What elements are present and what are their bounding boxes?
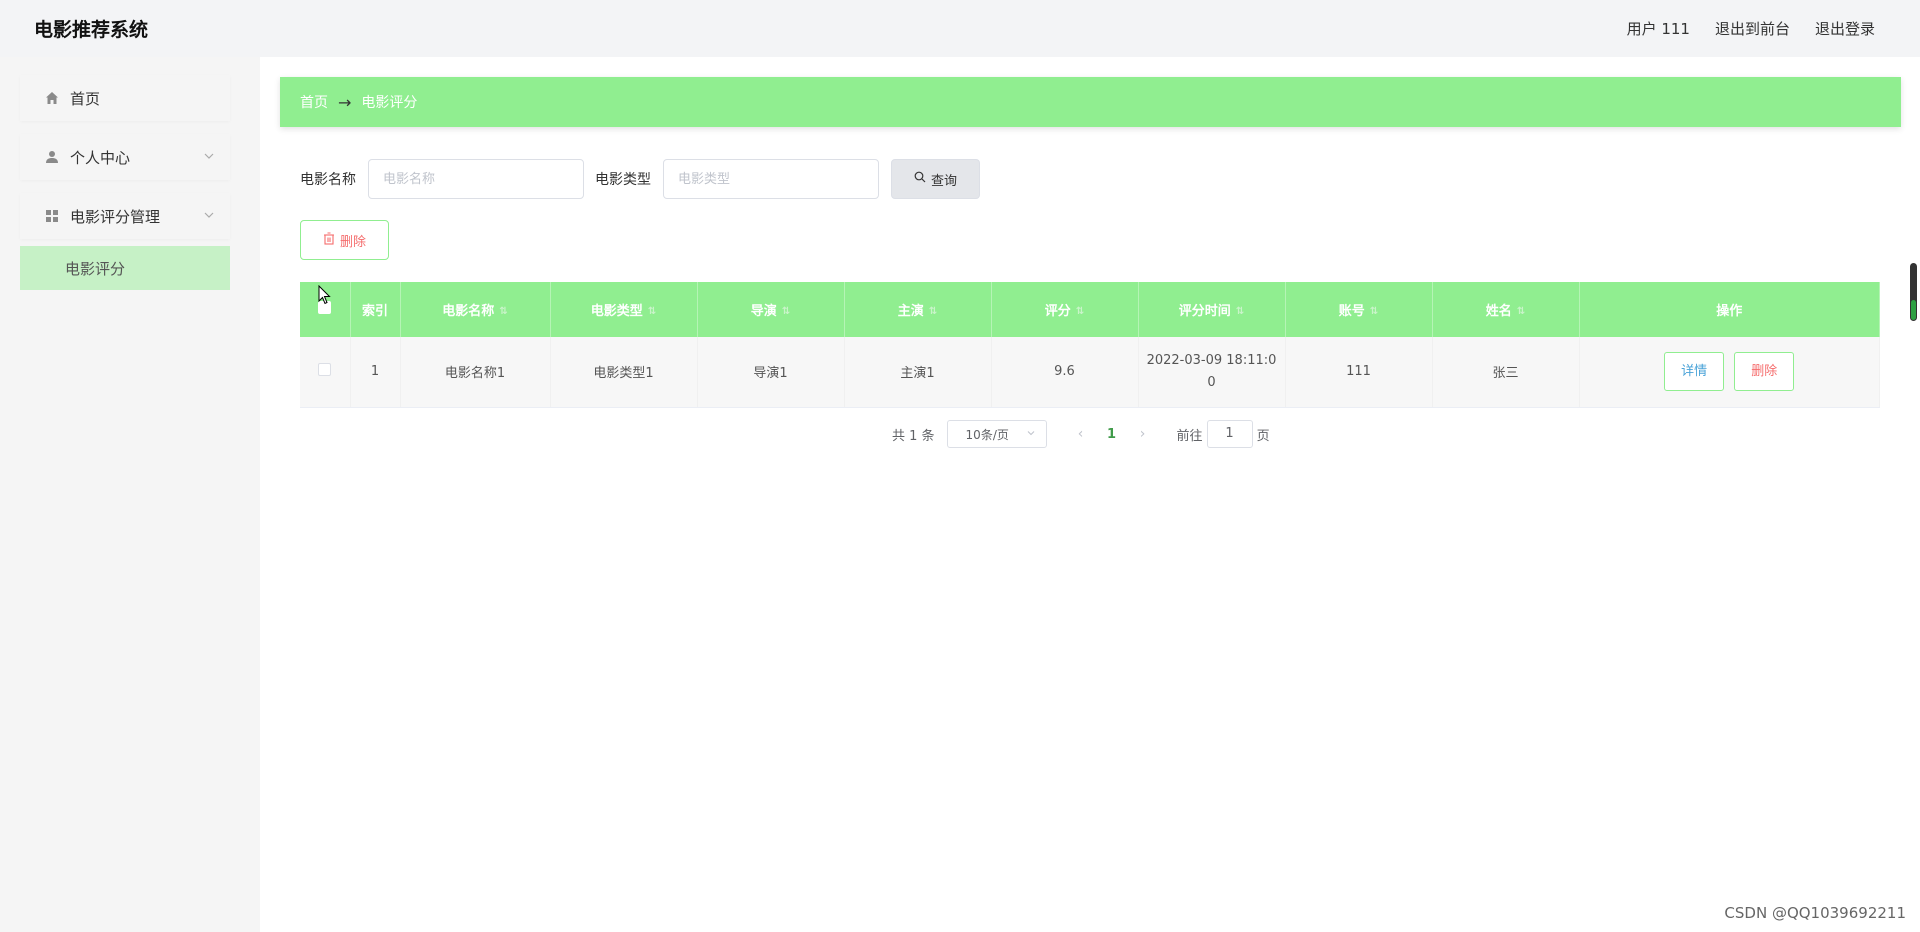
table-row: 1 电影名称1 电影类型1 导演1 主演1 9.6 2022-03-09 18:… xyxy=(300,337,1880,408)
breadcrumb: 首页 → 电影评分 xyxy=(280,77,1901,127)
sort-icon[interactable]: ⇅ xyxy=(929,306,937,317)
col-header-name[interactable]: 电影名称 ⇅ xyxy=(400,282,551,337)
search-icon xyxy=(914,171,926,187)
sidebar-item-label: 电影评分管理 xyxy=(70,207,161,226)
sidebar: 首页 个人中心 电影评分管理 电影评分 xyxy=(0,57,260,932)
sort-icon[interactable]: ⇅ xyxy=(1236,306,1244,317)
user-label: 用户 111 xyxy=(1626,20,1690,38)
cell-director: 导演1 xyxy=(697,337,845,408)
sort-icon[interactable]: ⇅ xyxy=(1076,306,1084,317)
sidebar-item-personal[interactable]: 个人中心 xyxy=(20,134,230,180)
sidebar-subitem-rating[interactable]: 电影评分 xyxy=(20,246,230,290)
pagination: 共 1 条 10条/页 ‹ 1 › 前往 1 页 xyxy=(892,420,1270,448)
query-button[interactable]: 查询 xyxy=(891,159,980,199)
movie-name-label: 电影名称 xyxy=(300,172,356,188)
cell-name: 电影名称1 xyxy=(400,337,551,408)
goto-prefix: 前往 xyxy=(1176,428,1203,444)
cell-ops: 详情 删除 xyxy=(1579,337,1880,408)
logout-link[interactable]: 退出登录 xyxy=(1815,18,1875,39)
cell-actor: 主演1 xyxy=(844,337,992,408)
breadcrumb-home[interactable]: 首页 xyxy=(300,92,328,112)
sidebar-item-rating-manage[interactable]: 电影评分管理 xyxy=(20,193,230,239)
col-header-director[interactable]: 导演 ⇅ xyxy=(697,282,845,337)
cell-score: 9.6 xyxy=(991,337,1139,408)
chevron-down-icon xyxy=(202,149,216,163)
to-front-link[interactable]: 退出到前台 xyxy=(1715,18,1790,39)
watermark: CSDN @QQ1039692211 xyxy=(1724,904,1906,922)
sort-icon[interactable]: ⇅ xyxy=(648,306,656,317)
header-actions: 用户 111 退出到前台 退出登录 xyxy=(1627,18,1875,39)
sort-icon[interactable]: ⇅ xyxy=(1370,306,1378,317)
col-header-account[interactable]: 账号 ⇅ xyxy=(1285,282,1433,337)
search-bar: 电影名称 电影类型 查询 xyxy=(300,159,980,199)
cell-account: 111 xyxy=(1285,337,1433,408)
table-header-row: 索引 电影名称 ⇅ 电影类型 ⇅ 导演 ⇅ 主演 ⇅ 评分 ⇅ 评分时间 ⇅ 账号 ⇅ 姓名 ⇅… xyxy=(300,282,1880,337)
col-header-time[interactable]: 评分时间 ⇅ xyxy=(1138,282,1286,337)
chevron-down-icon xyxy=(1026,427,1036,441)
row-delete-button[interactable]: 删除 xyxy=(1734,352,1795,392)
user-icon xyxy=(45,150,59,164)
col-header-ops: 操作 xyxy=(1579,282,1880,337)
cell-time: 2022-03-09 18:11:00 xyxy=(1138,337,1286,408)
batch-delete-label: 删除 xyxy=(339,234,366,250)
goto-suffix: 页 xyxy=(1256,428,1270,444)
goto-page-input[interactable]: 1 xyxy=(1206,420,1253,448)
col-header-actor[interactable]: 主演 ⇅ xyxy=(844,282,992,337)
top-header: 电影推荐系统 用户 111 退出到前台 退出登录 xyxy=(0,0,1920,57)
batch-delete-button[interactable]: 删除 xyxy=(300,220,389,260)
breadcrumb-separator: → xyxy=(338,92,352,112)
col-header-realname[interactable]: 姓名 ⇅ xyxy=(1432,282,1580,337)
scrollbar-thumb[interactable] xyxy=(1911,300,1916,320)
row-checkbox[interactable] xyxy=(318,363,332,377)
home-icon xyxy=(45,91,59,105)
sort-icon[interactable]: ⇅ xyxy=(1517,306,1525,317)
sidebar-item-label: 首页 xyxy=(70,89,101,108)
cell-index: 1 xyxy=(350,337,401,408)
col-header-score[interactable]: 评分 ⇅ xyxy=(991,282,1139,337)
app-title: 电影推荐系统 xyxy=(34,19,149,41)
grid-icon xyxy=(45,209,59,223)
prev-page-icon[interactable]: ‹ xyxy=(1067,426,1095,442)
chevron-down-icon xyxy=(202,208,216,222)
row-select-cell[interactable] xyxy=(300,337,351,408)
rating-table: 索引 电影名称 ⇅ 电影类型 ⇅ 导演 ⇅ 主演 ⇅ 评分 ⇅ 评分时间 ⇅ 账号 ⇅ 姓名 ⇅… xyxy=(300,282,1880,408)
col-header-index: 索引 xyxy=(350,282,401,337)
pagination-total: 共 1 条 xyxy=(892,428,935,444)
breadcrumb-current: 电影评分 xyxy=(361,95,418,111)
page-jump: 前往 1 页 xyxy=(1177,420,1270,448)
main-content: 首页 → 电影评分 电影名称 电影类型 查询 删除 索引 电影名称⇅ 电影类型⇅ xyxy=(260,57,1920,932)
next-page-icon[interactable]: › xyxy=(1129,426,1157,442)
page-size-select[interactable]: 10条/页 xyxy=(946,420,1047,448)
sidebar-item-home[interactable]: 首页 xyxy=(20,75,230,121)
sidebar-item-label: 个人中心 xyxy=(70,148,131,167)
page-size-value: 10条/页 xyxy=(965,427,1009,442)
query-button-label: 查询 xyxy=(930,173,957,189)
mouse-cursor-icon xyxy=(318,285,331,305)
page-number-current[interactable]: 1 xyxy=(1095,427,1129,442)
movie-type-input[interactable] xyxy=(663,159,879,199)
cell-realname: 张三 xyxy=(1432,337,1580,408)
movie-name-input[interactable] xyxy=(368,159,584,199)
sort-icon[interactable]: ⇅ xyxy=(782,306,790,317)
trash-icon xyxy=(323,231,335,249)
cell-type: 电影类型1 xyxy=(550,337,698,408)
movie-type-label: 电影类型 xyxy=(595,172,651,188)
detail-button[interactable]: 详情 xyxy=(1664,352,1725,392)
col-header-type[interactable]: 电影类型 ⇅ xyxy=(550,282,698,337)
sort-icon[interactable]: ⇅ xyxy=(499,306,507,317)
